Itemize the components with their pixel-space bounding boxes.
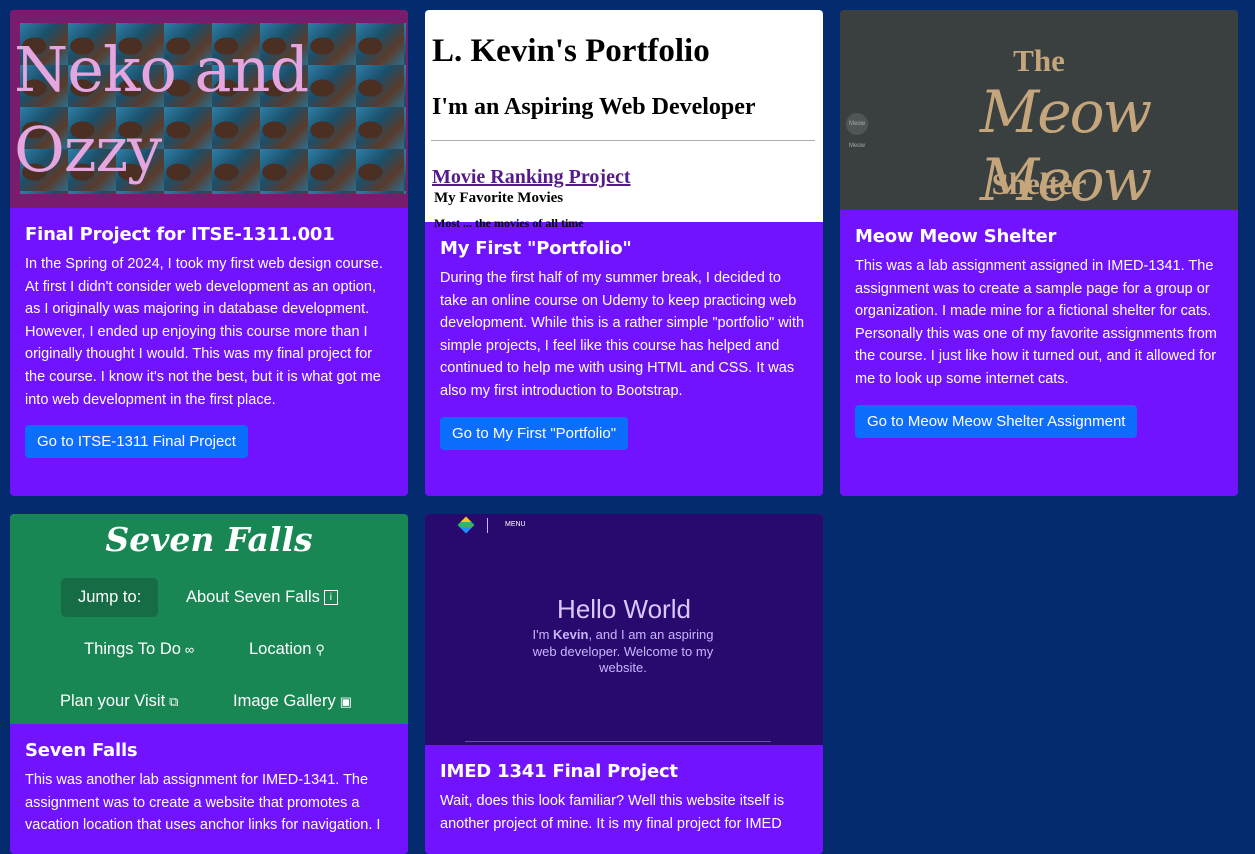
go-to-first-portfolio-button[interactable]: Go to My First "Portfolio" (440, 416, 629, 450)
nav-gallery-label: Image Gallery (233, 692, 336, 710)
divider (431, 140, 815, 141)
infinity-icon: ∞ (184, 642, 195, 658)
footer-line (465, 741, 771, 742)
image-heading: L. Kevin's Portfolio (432, 33, 710, 69)
card-image-meow-shelter: Meow Meow The Meow Meow Shelter (840, 10, 1238, 214)
image-sub: My Favorite Movies (434, 190, 564, 206)
nav-separator (487, 518, 488, 533)
logo-cube-icon (457, 516, 475, 534)
card-image-hello-world: MENU Hello World I'm Kevin, and I am an … (425, 514, 823, 745)
lead-pre: I'm (532, 627, 554, 642)
card-text: In the Spring of 2024, I took my first w… (25, 256, 383, 408)
nav-location: Location ⚲ (249, 640, 325, 659)
card-title: Seven Falls (25, 740, 138, 761)
nav-about: About Seven Falls i (186, 588, 338, 607)
image-the: The (1013, 43, 1065, 78)
project-card-seven-falls: Seven Falls Jump to: About Seven Falls i … (10, 514, 408, 854)
card-image-neko-ozzy: Neko and Ozzy (10, 10, 408, 208)
card-image-seven-falls: Seven Falls Jump to: About Seven Falls i … (10, 514, 408, 724)
card-text: This was a lab assignment assigned in IM… (855, 258, 1217, 387)
image-cut-text: Most ... the movies of all time (434, 216, 584, 230)
card-text: This was another lab assignment for IMED… (25, 772, 381, 834)
image-subheading: I'm an Aspiring Web Developer (432, 94, 756, 120)
card-image-portfolio: L. Kevin's Portfolio I'm an Aspiring Web… (425, 10, 823, 230)
image-shelter: Shelter (991, 166, 1087, 201)
nav-things-to-do: Things To Do ∞ (84, 640, 194, 659)
nav-about-label: About Seven Falls (186, 588, 320, 606)
card-title: IMED 1341 Final Project (440, 761, 678, 782)
nav-image-gallery: Image Gallery ▣ (233, 692, 352, 711)
card-title: My First "Portfolio" (440, 238, 632, 259)
card-title: Meow Meow Shelter (855, 226, 1057, 247)
luggage-icon: ⧉ (169, 693, 179, 709)
nav-plan-label: Plan your Visit (60, 692, 166, 710)
project-card-itse-1311: Neko and Ozzy Final Project for ITSE-131… (10, 10, 408, 496)
card-text: Wait, does this look familiar? Well this… (440, 793, 785, 832)
card-text: During the first half of my summer break… (440, 270, 805, 399)
hello-lead: I'm Kevin, and I am an aspiring web deve… (520, 627, 726, 677)
lead-name: Kevin (553, 627, 589, 642)
hello-world-heading: Hello World (557, 594, 691, 624)
card-title: Final Project for ITSE-1311.001 (25, 224, 335, 245)
project-card-meow-meow-shelter: Meow Meow The Meow Meow Shelter Meow Meo… (840, 10, 1238, 496)
menu-label: MENU (505, 521, 526, 528)
project-card-first-portfolio: L. Kevin's Portfolio I'm an Aspiring Web… (425, 10, 823, 496)
paw-badge-icon: Meow Meow (846, 113, 868, 149)
jump-to-label: Jump to: (61, 578, 159, 617)
image-link: Movie Ranking Project (432, 166, 631, 188)
location-pin-icon: ⚲ (315, 641, 325, 657)
info-icon: i (323, 590, 338, 606)
nav-plan-visit: Plan your Visit ⧉ (60, 692, 178, 711)
go-to-meow-meow-shelter-button[interactable]: Go to Meow Meow Shelter Assignment (855, 404, 1138, 438)
project-card-imed-1341-final: MENU Hello World I'm Kevin, and I am an … (425, 514, 823, 854)
go-to-itse-1311-button[interactable]: Go to ITSE-1311 Final Project (25, 425, 248, 459)
image-icon: ▣ (339, 693, 353, 709)
nav-location-label: Location (249, 640, 312, 658)
image-title: Neko and Ozzy (14, 33, 309, 186)
nav-todo-label: Things To Do (84, 640, 181, 658)
seven-falls-logo: Seven Falls (105, 520, 313, 559)
